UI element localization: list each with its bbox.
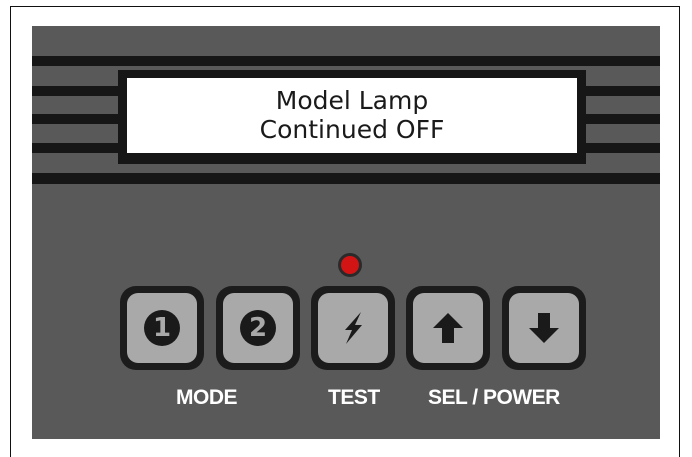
mode-label: MODE	[176, 386, 238, 409]
arrow-down-icon	[529, 313, 559, 343]
mode-1-button[interactable]: 1	[120, 286, 204, 370]
test-indicator-led	[341, 256, 359, 274]
power-down-button[interactable]	[502, 286, 586, 370]
digit-one-icon: 1	[144, 310, 180, 346]
button-face: 1	[127, 293, 197, 363]
lightning-bolt-icon	[345, 312, 362, 344]
button-face: 2	[223, 293, 293, 363]
panel-stripe	[32, 56, 660, 66]
panel-stripe	[32, 173, 660, 184]
button-face	[318, 293, 388, 363]
button-face	[509, 293, 579, 363]
test-button[interactable]	[311, 286, 395, 370]
digit-two-icon: 2	[240, 310, 276, 346]
sel-power-label: SEL / POWER	[428, 386, 560, 409]
control-panel: Model Lamp Continued OFF 1 2 MODE TEST S…	[32, 26, 660, 439]
button-face	[413, 293, 483, 363]
lcd-line-1: Model Lamp	[275, 86, 429, 115]
lcd-line-2: Continued OFF	[259, 115, 445, 144]
select-up-button[interactable]	[406, 286, 490, 370]
mode-2-button[interactable]: 2	[216, 286, 300, 370]
test-label: TEST	[328, 386, 380, 409]
arrow-up-icon	[433, 313, 463, 343]
lcd-display: Model Lamp Continued OFF	[127, 78, 577, 153]
